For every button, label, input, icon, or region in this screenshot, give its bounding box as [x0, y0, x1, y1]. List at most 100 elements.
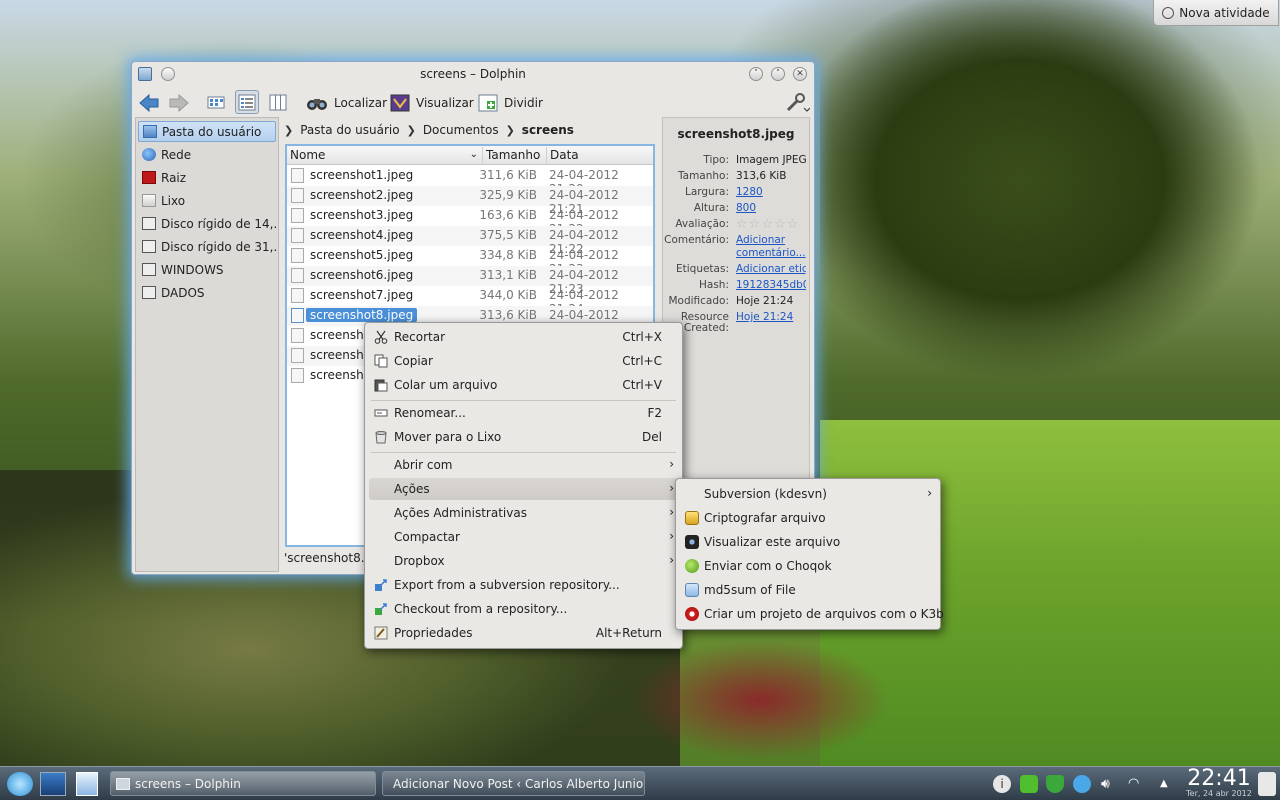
- window-titlebar[interactable]: screens – Dolphin ˅ ˄ ✕: [132, 62, 814, 88]
- submenu-item-md5sum[interactable]: md5sum of File: [680, 579, 936, 601]
- menu-item-cut[interactable]: Recortar Ctrl+X: [369, 326, 678, 348]
- dolphin-launcher-icon[interactable]: [76, 772, 98, 796]
- places-item-network[interactable]: Rede: [138, 144, 276, 165]
- info-resource-link[interactable]: Hoje 21:24: [736, 311, 806, 323]
- skype-icon[interactable]: [1073, 775, 1091, 793]
- forward-arrow-icon[interactable]: [168, 92, 190, 114]
- details-view-button[interactable]: [235, 90, 259, 114]
- menu-item-move-to-trash[interactable]: Mover para o Lixo Del: [369, 426, 678, 448]
- file-row[interactable]: screenshot5.jpeg334,8 KiB24-04-2012 21:2…: [287, 246, 653, 276]
- rating-stars[interactable]: ☆ ☆ ☆ ☆ ☆: [736, 218, 798, 231]
- places-item-windows[interactable]: WINDOWS: [138, 259, 276, 280]
- configure-wrench-icon[interactable]: [784, 92, 810, 114]
- file-row[interactable]: screenshot6.jpeg 313,1 KiB 24-04-2012 21:2…: [287, 266, 653, 296]
- updates-icon[interactable]: [1020, 775, 1038, 793]
- maximize-button[interactable]: ˄: [771, 67, 785, 81]
- menu-item-shortcut: Ctrl+X: [622, 330, 662, 344]
- wifi-icon[interactable]: ◠: [1128, 775, 1146, 793]
- places-item-home[interactable]: Pasta do usuário: [138, 121, 276, 142]
- volume-icon[interactable]: 🔊︎: [1101, 775, 1119, 793]
- column-date[interactable]: Data: [547, 147, 653, 163]
- places-item-dados[interactable]: DADOS: [138, 282, 276, 303]
- column-size[interactable]: Tamanho: [483, 147, 547, 163]
- new-activity-button[interactable]: Nova atividade: [1153, 0, 1279, 26]
- clock[interactable]: 22:41: [1185, 767, 1253, 791]
- info-height-link[interactable]: 800: [736, 202, 806, 214]
- submenu-item-choqok[interactable]: Enviar com o Choqok: [680, 555, 936, 577]
- star-icon[interactable]: ☆: [787, 218, 799, 231]
- minimize-button[interactable]: ˅: [749, 67, 763, 81]
- info-comment-link-2[interactable]: comentário...: [736, 247, 806, 259]
- wallpaper-flowers: [620, 640, 900, 770]
- panel-toolbox-icon[interactable]: [1258, 772, 1276, 796]
- menu-item-open-with[interactable]: Abrir com ›: [369, 454, 678, 476]
- menu-item-compress[interactable]: Compactar ›: [369, 526, 678, 548]
- clock-date: Ter, 24 abr 2012: [1186, 789, 1252, 798]
- submenu-item-k3b[interactable]: Criar um projeto de arquivos com o K3b: [680, 603, 944, 625]
- expand-tray-icon[interactable]: ▲: [1160, 775, 1178, 793]
- submenu-item-view-file[interactable]: Visualizar este arquivo: [680, 531, 936, 553]
- menu-item-actions[interactable]: Ações ›: [369, 478, 678, 500]
- application-launcher-icon[interactable]: [7, 772, 33, 796]
- file-name: screenshot8.jpeg: [306, 308, 418, 322]
- chevron-right-icon: ›: [927, 486, 932, 500]
- places-panel: Pasta do usuário Rede Raiz Lixo Disco rí…: [135, 117, 279, 572]
- trash-icon: [375, 431, 387, 444]
- breadcrumb-arrow-icon[interactable]: ❯: [407, 124, 416, 137]
- info-comment-link[interactable]: Adicionar: [736, 234, 806, 246]
- places-item-label: Disco rígido de 14,...: [161, 216, 276, 231]
- info-width-link[interactable]: 1280: [736, 186, 806, 198]
- close-button[interactable]: ✕: [793, 67, 807, 81]
- submenu-item-kdesvn[interactable]: Subversion (kdesvn) ›: [680, 483, 936, 505]
- column-size-label: Tamanho: [486, 148, 541, 162]
- places-item-root[interactable]: Raiz: [138, 167, 276, 188]
- new-activity-label: Nova atividade: [1179, 5, 1270, 20]
- menu-item-svn-export[interactable]: Export from a subversion repository...: [369, 574, 678, 596]
- star-icon[interactable]: ☆: [761, 218, 773, 231]
- task-dolphin[interactable]: screens – Dolphin: [110, 771, 376, 796]
- split-button[interactable]: Dividir: [478, 92, 543, 114]
- icons-view-button[interactable]: [204, 90, 228, 114]
- file-row[interactable]: screenshot4.jpeg 375,5 KiB 24-04-2012 21:2…: [287, 226, 653, 256]
- star-icon[interactable]: ☆: [749, 218, 761, 231]
- submenu-item-encrypt[interactable]: Criptografar arquivo: [680, 507, 936, 529]
- places-item-disk-14[interactable]: Disco rígido de 14,...: [138, 213, 276, 234]
- preview-button[interactable]: Visualizar: [390, 92, 474, 114]
- info-size-value: 313,6 KiB: [736, 170, 787, 182]
- info-icon[interactable]: i: [993, 775, 1011, 793]
- task-chrome[interactable]: Adicionar Novo Post ‹ Carlos Alberto Jun…: [382, 771, 645, 796]
- show-desktop-icon[interactable]: [40, 772, 66, 796]
- menu-separator: [371, 452, 676, 453]
- breadcrumb-documents[interactable]: Documentos: [423, 123, 499, 137]
- image-file-icon: [291, 368, 304, 383]
- menu-item-svn-checkout[interactable]: Checkout from a repository...: [369, 598, 678, 620]
- file-row[interactable]: screenshot3.jpeg163,6 KiB24-04-2012 21:2…: [287, 206, 653, 236]
- menu-item-copy[interactable]: Copiar Ctrl+C: [369, 350, 678, 372]
- column-name[interactable]: Nome ⌄: [287, 147, 483, 163]
- places-item-disk-31[interactable]: Disco rígido de 31,...: [138, 236, 276, 257]
- star-icon[interactable]: ☆: [774, 218, 786, 231]
- breadcrumb-home[interactable]: Pasta do usuário: [300, 123, 399, 137]
- back-arrow-icon[interactable]: [138, 92, 160, 114]
- file-row[interactable]: screenshot1.jpeg311,6 KiB24-04-2012 21:2…: [287, 166, 653, 196]
- breadcrumb-arrow-icon[interactable]: ❯: [506, 124, 515, 137]
- menu-item-rename[interactable]: Renomear... F2: [369, 402, 678, 424]
- breadcrumb-arrow-icon[interactable]: ❯: [284, 124, 293, 137]
- places-item-trash[interactable]: Lixo: [138, 190, 276, 211]
- columns-view-button[interactable]: [266, 90, 290, 114]
- menu-item-admin-actions[interactable]: Ações Administrativas ›: [369, 502, 678, 524]
- shield-icon[interactable]: [1046, 775, 1064, 793]
- menu-item-properties[interactable]: Propriedades Alt+Return: [369, 622, 678, 644]
- image-file-icon: [291, 328, 304, 343]
- menu-item-paste[interactable]: Colar um arquivo Ctrl+V: [369, 374, 678, 396]
- breadcrumb-current[interactable]: screens: [522, 123, 574, 137]
- info-hash-link[interactable]: 19128345db0: [736, 279, 806, 291]
- info-tags-link[interactable]: Adicionar etiq: [736, 263, 806, 275]
- star-icon[interactable]: ☆: [736, 218, 748, 231]
- find-button[interactable]: Localizar: [306, 92, 387, 114]
- svn-export-icon: [375, 579, 387, 591]
- menu-item-dropbox[interactable]: Dropbox ›: [369, 550, 678, 572]
- file-row[interactable]: screenshot7.jpeg344,0 KiB24-04-2012 21:2…: [287, 286, 653, 316]
- k3b-icon: [685, 607, 699, 621]
- file-row[interactable]: screenshot2.jpeg 325,9 KiB 24-04-2012 21:2…: [287, 186, 653, 216]
